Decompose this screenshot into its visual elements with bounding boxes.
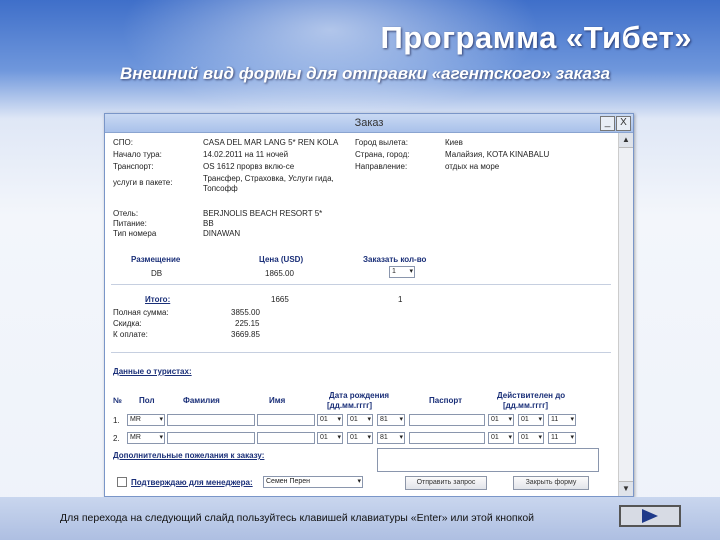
dob-day-select[interactable]: 01 <box>317 432 343 444</box>
dob-day-select[interactable]: 01 <box>317 414 343 426</box>
passport-input[interactable] <box>409 432 485 444</box>
send-request-button[interactable]: Отправить запрос <box>405 476 487 490</box>
next-slide-button[interactable] <box>619 505 681 527</box>
full-sum-label: Полная сумма: <box>113 308 169 317</box>
meal-value: BB <box>203 219 214 228</box>
window-title: Заказ <box>354 117 384 129</box>
dob-format: [дд.мм.гггг] <box>327 401 373 410</box>
hotel-value: BERJNOLIS BEACH RESORT 5* <box>203 209 323 218</box>
total-price: 1665 <box>271 295 289 304</box>
play-arrow-icon <box>642 509 658 523</box>
valid-day-select[interactable]: 01 <box>488 414 514 426</box>
slide-subtitle: Внешний вид формы для отправки «агентско… <box>120 64 611 83</box>
info-value: отдых на море <box>445 162 500 171</box>
num-header: № <box>113 396 122 405</box>
name-header: Имя <box>269 396 286 405</box>
tourist-row-number: 1. <box>113 416 120 425</box>
price-value: 1865.00 <box>265 269 294 278</box>
order-window: Заказ _ X ▲ ▼ СПО: CASA DEL MAR LANG 5* … <box>104 113 634 497</box>
placement-header: Размещение <box>131 255 181 264</box>
total-qty: 1 <box>398 295 403 304</box>
valid-day-select[interactable]: 01 <box>488 432 514 444</box>
minimize-button[interactable]: _ <box>600 116 615 131</box>
dob-month-select[interactable]: 01 <box>347 432 373 444</box>
slide-title: Программа «Тибет» <box>380 20 692 55</box>
valid-month-select[interactable]: 01 <box>518 432 544 444</box>
info-label: Транспорт: <box>113 162 154 171</box>
room-type-value: DINAWAN <box>203 229 241 238</box>
to-pay-label: К оплате: <box>113 330 148 339</box>
valid-year-select[interactable]: 11 <box>548 432 576 444</box>
room-type-label: Тип номера <box>113 229 157 238</box>
info-value: Трансфер, Страховка, Услуги гида, <box>203 174 334 183</box>
dob-header: Дата рождения <box>329 391 390 400</box>
info-label: Город вылета: <box>355 138 408 147</box>
info-value: Малайзия, KOTA KINABALU <box>445 150 550 159</box>
placement-value: DB <box>151 269 163 278</box>
discount-label: Скидка: <box>113 319 142 328</box>
wishes-textarea[interactable] <box>377 448 599 472</box>
wishes-label: Дополнительные пожелания к заказу: <box>113 451 265 460</box>
gender-select[interactable]: MR <box>127 414 165 426</box>
total-label: Итого: <box>145 295 171 304</box>
name-input[interactable] <box>257 414 315 426</box>
tourist-row-number: 2. <box>113 434 120 443</box>
gender-select[interactable]: MR <box>127 432 165 444</box>
confirm-label: Подтверждаю для менеджера: <box>131 478 253 487</box>
vertical-scrollbar[interactable]: ▲ ▼ <box>618 133 633 496</box>
scroll-down-icon[interactable]: ▼ <box>619 481 633 496</box>
hotel-label: Отель: <box>113 209 139 218</box>
surname-header: Фамилия <box>183 396 220 405</box>
info-value: Киев <box>445 138 463 147</box>
discount-value: 225.15 <box>235 319 260 328</box>
surname-input[interactable] <box>167 414 255 426</box>
valid-until-format: [дд.мм.гггг] <box>503 401 549 410</box>
tourists-section-title: Данные о туристах: <box>113 367 192 376</box>
info-label: услуги в пакете: <box>113 178 173 187</box>
info-label: Начало тура: <box>113 150 162 159</box>
full-sum-value: 3855.00 <box>231 308 260 317</box>
divider <box>111 284 611 285</box>
close-button[interactable]: X <box>616 116 631 131</box>
qty-header: Заказать кол-во <box>363 255 427 264</box>
passport-input[interactable] <box>409 414 485 426</box>
to-pay-value: 3669.85 <box>231 330 260 339</box>
valid-year-select[interactable]: 11 <box>548 414 576 426</box>
info-value: OS 1612 прорвз вклю-се <box>203 162 295 171</box>
valid-until-header: Действителен до <box>497 391 566 400</box>
window-titlebar: Заказ _ X <box>105 114 633 133</box>
info-label: Направление: <box>355 162 408 171</box>
meal-label: Питание: <box>113 219 147 228</box>
close-form-button[interactable]: Закрыть форму <box>513 476 589 490</box>
confirm-checkbox[interactable] <box>117 477 127 487</box>
qty-select[interactable]: 1 <box>389 266 415 278</box>
gender-header: Пол <box>139 396 155 405</box>
surname-input[interactable] <box>167 432 255 444</box>
dob-year-select[interactable]: 81 <box>377 414 405 426</box>
dob-year-select[interactable]: 81 <box>377 432 405 444</box>
info-label: Страна, город: <box>355 150 410 159</box>
info-label: СПО: <box>113 138 133 147</box>
name-input[interactable] <box>257 432 315 444</box>
info-value: Топсофф <box>203 184 238 193</box>
manager-select[interactable]: Семен Перен <box>263 476 363 488</box>
dob-month-select[interactable]: 01 <box>347 414 373 426</box>
info-value: 14.02.2011 на 11 ночей <box>203 150 289 159</box>
scroll-up-icon[interactable]: ▲ <box>619 133 633 148</box>
divider <box>111 352 611 353</box>
valid-month-select[interactable]: 01 <box>518 414 544 426</box>
price-header: Цена (USD) <box>259 255 304 264</box>
navigation-note: Для перехода на следующий слайд пользуйт… <box>60 512 535 524</box>
info-value: CASA DEL MAR LANG 5* REN KOLA <box>203 138 339 147</box>
passport-header: Паспорт <box>429 396 463 405</box>
